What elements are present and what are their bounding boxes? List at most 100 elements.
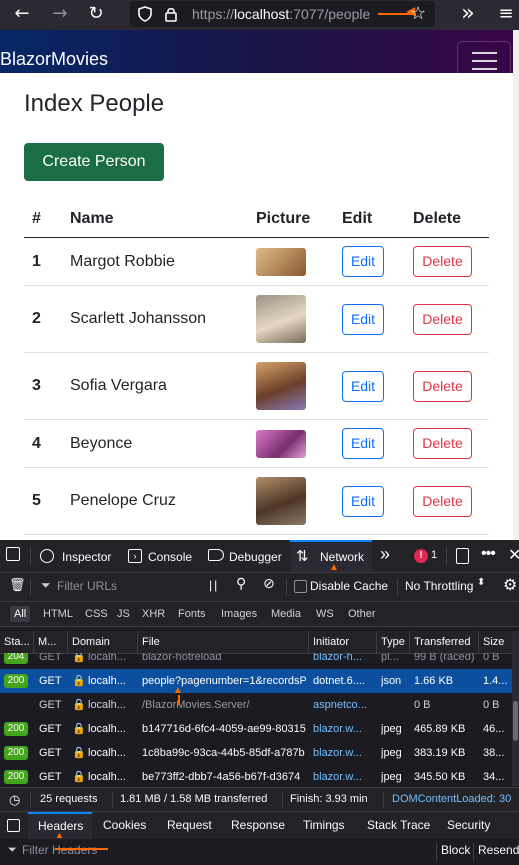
throttling-select[interactable]: No Throttling xyxy=(405,579,473,593)
filter-all[interactable]: All xyxy=(10,606,31,622)
person-number: 5 xyxy=(24,467,62,535)
filter-fonts[interactable]: Fonts xyxy=(174,606,210,622)
delete-button[interactable]: Delete xyxy=(413,303,472,335)
performance-clock-icon[interactable]: ◷ xyxy=(9,788,20,811)
request-initiator[interactable]: blazor.w... xyxy=(313,717,373,741)
request-initiator[interactable]: aspnetco... xyxy=(313,693,373,717)
request-list: 204 GET 🔒 localh... blazor-hotreload bla… xyxy=(0,653,512,786)
tab-security[interactable]: Security xyxy=(447,818,490,832)
pause-icon[interactable]: || xyxy=(209,578,219,592)
url-text[interactable]: https://localhost:7077/people xyxy=(192,6,370,22)
tab-stack-trace[interactable]: Stack Trace xyxy=(367,818,430,832)
column-transferred[interactable]: Transferred xyxy=(414,631,476,653)
brand-link[interactable]: BlazorMovies xyxy=(0,49,108,70)
responsive-design-icon[interactable] xyxy=(456,548,469,564)
close-sidebar-icon[interactable] xyxy=(7,819,20,832)
close-devtools-icon[interactable]: ✕ xyxy=(508,545,519,565)
request-list-scrollbar[interactable] xyxy=(512,631,519,786)
delete-button[interactable]: Delete xyxy=(413,428,472,459)
tab-inspector[interactable]: Inspector xyxy=(62,542,111,572)
column-size[interactable]: Size xyxy=(483,631,511,653)
delete-button[interactable]: Delete xyxy=(413,370,472,402)
inspector-icon xyxy=(40,549,54,563)
request-method: GET xyxy=(39,723,62,735)
filter-xhr[interactable]: XHR xyxy=(138,606,169,622)
hamburger-menu-icon[interactable]: ≡ xyxy=(494,0,518,28)
edit-button[interactable]: Edit xyxy=(342,428,384,459)
lock-icon[interactable] xyxy=(164,6,178,22)
tab-response[interactable]: Response xyxy=(231,818,285,832)
request-row[interactable]: 204 GET 🔒 localh... blazor-hotreload bla… xyxy=(0,653,512,669)
resend-button[interactable]: Resend xyxy=(478,843,519,857)
block-button[interactable]: Block xyxy=(441,843,470,857)
tab-console[interactable]: Console xyxy=(148,542,192,572)
column-method[interactable]: M... xyxy=(38,631,66,653)
filter-headers-input[interactable]: Filter Headers xyxy=(22,843,97,857)
column-status[interactable]: Sta... xyxy=(4,631,32,653)
column-domain[interactable]: Domain xyxy=(72,631,132,653)
more-tabs-chevron-icon[interactable]: » xyxy=(380,544,390,565)
status-badge: 200 xyxy=(4,674,28,688)
request-domain: localh... xyxy=(88,747,126,759)
table-row: 5 Penelope Cruz Edit Delete xyxy=(24,467,489,535)
bookmark-star-icon[interactable]: ☆ xyxy=(410,1,426,27)
tab-timings[interactable]: Timings xyxy=(303,818,345,832)
filter-js[interactable]: JS xyxy=(113,606,134,622)
block-icon[interactable]: ⊘ xyxy=(263,576,275,592)
navbar-toggler-button[interactable] xyxy=(457,41,511,79)
disable-cache-label[interactable]: Disable Cache xyxy=(310,579,388,593)
back-arrow-icon[interactable]: ← xyxy=(10,0,34,28)
search-icon[interactable]: ⚲ xyxy=(236,576,246,592)
tab-cookies[interactable]: Cookies xyxy=(103,818,146,832)
filter-media[interactable]: Media xyxy=(267,606,305,622)
delete-button[interactable]: Delete xyxy=(413,485,472,517)
filter-ws[interactable]: WS xyxy=(312,606,338,622)
tab-debugger[interactable]: Debugger xyxy=(229,542,282,572)
page-scrollbar[interactable] xyxy=(513,30,519,540)
column-type[interactable]: Type xyxy=(381,631,411,653)
edit-button[interactable]: Edit xyxy=(342,303,384,335)
column-file[interactable]: File xyxy=(142,631,302,653)
request-initiator[interactable]: blazor.w... xyxy=(313,741,373,765)
filter-html[interactable]: HTML xyxy=(39,606,77,622)
error-icon[interactable]: ! xyxy=(414,549,428,563)
request-size: 1.4... xyxy=(483,675,508,687)
request-row-selected[interactable]: 200 GET 🔒 localh... people?pagenumber=1&… xyxy=(0,669,512,693)
filter-css[interactable]: CSS xyxy=(81,606,112,622)
request-transferred: 465.89 KB xyxy=(414,723,466,735)
filter-images[interactable]: Images xyxy=(217,606,261,622)
tab-request[interactable]: Request xyxy=(167,818,212,832)
request-row[interactable]: 200 GET 🔒 localh... 1c8ba99c-93ca-44b5-8… xyxy=(0,741,512,765)
request-row[interactable]: 200 GET 🔒 localh... be773ff2-dbb7-4a56-b… xyxy=(0,765,512,786)
devtools-tab-bar: Inspector › Console Debugger ⇅ Network »… xyxy=(0,540,519,573)
filter-other[interactable]: Other xyxy=(344,606,380,622)
edit-button[interactable]: Edit xyxy=(342,485,384,517)
app-navbar: BlazorMovies xyxy=(0,30,513,79)
trash-icon[interactable]: 🗑 xyxy=(9,578,26,593)
network-toolbar: 🗑 ⏷ Filter URLs || ⚲ ⊘ Disable Cache No … xyxy=(0,573,519,602)
url-bar[interactable]: https://localhost:7077/people ◀ ☆ xyxy=(130,1,435,27)
delete-button[interactable]: Delete xyxy=(413,246,472,277)
column-initiator[interactable]: Initiator xyxy=(313,631,373,653)
shield-icon[interactable] xyxy=(138,6,152,22)
more-options-icon[interactable]: ••• xyxy=(481,545,496,563)
request-row[interactable]: 200 GET 🔒 localh... b147716d-6fc4-4059-a… xyxy=(0,717,512,741)
edit-button[interactable]: Edit xyxy=(342,370,384,402)
disable-cache-checkbox[interactable] xyxy=(294,580,307,593)
settings-gear-icon[interactable]: ⚙ xyxy=(503,575,517,594)
forward-arrow-icon[interactable]: → xyxy=(48,0,72,28)
edit-button[interactable]: Edit xyxy=(342,246,384,277)
dom-content-loaded: DOMContentLoaded: 30 xyxy=(392,793,512,805)
request-initiator[interactable]: dotnet.6.... xyxy=(313,669,373,693)
filter-urls-input[interactable]: Filter URLs xyxy=(57,579,117,593)
element-picker-icon[interactable] xyxy=(6,547,20,561)
reload-icon[interactable]: ↻ xyxy=(84,0,108,28)
create-person-button[interactable]: Create Person xyxy=(24,143,164,181)
error-count[interactable]: 1 xyxy=(431,549,437,561)
finish-time: Finish: 3.93 min xyxy=(290,793,368,805)
request-initiator[interactable]: blazor-h... xyxy=(313,653,373,669)
request-initiator[interactable]: blazor.w... xyxy=(313,765,373,786)
transferred-total: 1.81 MB / 1.58 MB transferred xyxy=(120,793,268,805)
overflow-chevrons-icon[interactable]: » xyxy=(456,0,480,28)
request-row[interactable]: GET 🔒 localh... /BlazorMovies.Server/ as… xyxy=(0,693,512,717)
